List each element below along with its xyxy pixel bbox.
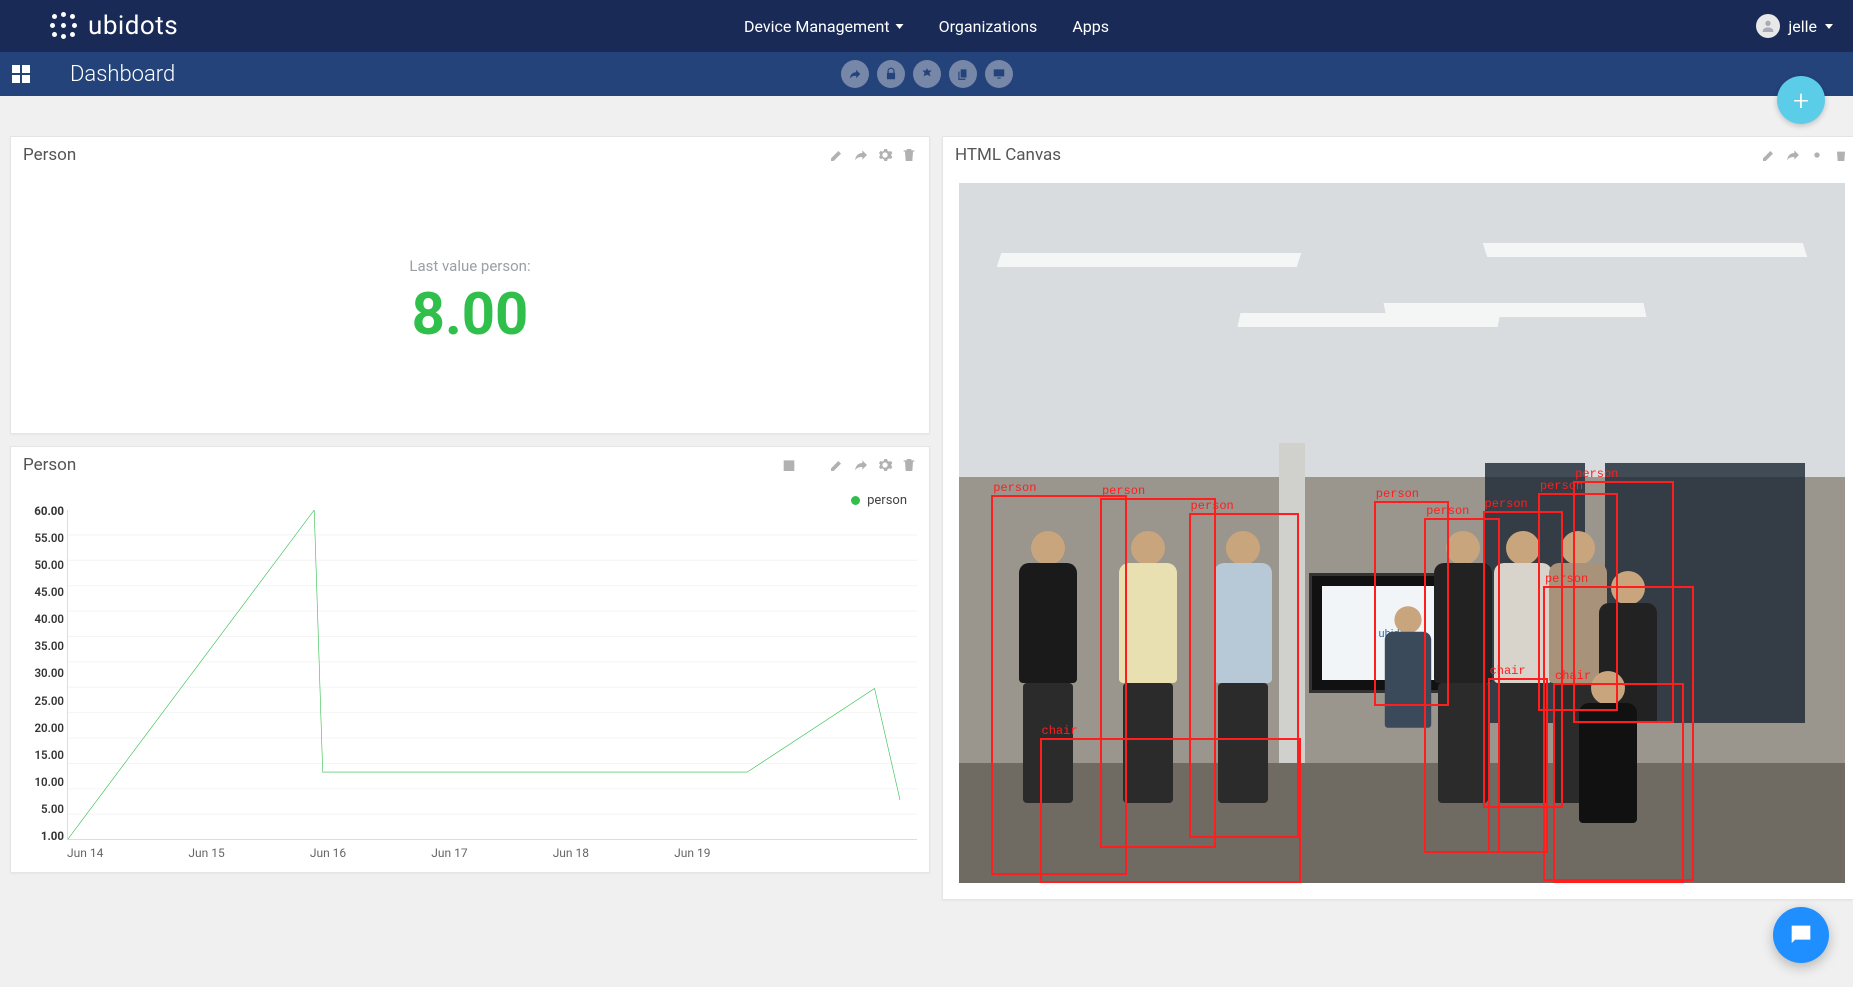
chart-legend: person	[23, 489, 917, 510]
download-icon[interactable]	[805, 457, 821, 473]
user-menu[interactable]: jelle	[1756, 14, 1833, 38]
nav-device-management[interactable]: Device Management	[744, 17, 904, 36]
grid-icon[interactable]	[12, 65, 30, 83]
brand-name: ubidots	[88, 11, 178, 41]
widget-title: Person	[23, 455, 76, 475]
value-label: Last value person:	[409, 257, 530, 275]
legend-dot	[851, 496, 860, 505]
nav-label: Device Management	[744, 17, 890, 36]
copy-button[interactable]	[949, 60, 977, 88]
detection-label: person	[1575, 467, 1618, 481]
top-nav: ubidots Device Management Organizations …	[0, 0, 1853, 52]
trash-icon[interactable]	[901, 457, 917, 473]
value-number: 8.00	[412, 281, 529, 349]
y-axis-ticks: 60.0055.0050.0045.0040.0035.0030.0025.00…	[20, 504, 64, 843]
edit-icon[interactable]	[1761, 147, 1777, 163]
plus-icon: +	[1793, 84, 1809, 117]
lock-button[interactable]	[877, 60, 905, 88]
widget-line-chart: Person person 60.0055.0050.0045.0040.003…	[10, 446, 930, 873]
detection-label: chair	[1042, 724, 1078, 738]
user-name: jelle	[1788, 17, 1817, 36]
detection-label: chair	[1490, 664, 1526, 678]
legend-label: person	[867, 493, 907, 508]
nav-menu: Device Management Organizations Apps	[744, 17, 1109, 36]
widget-title: Person	[23, 145, 76, 165]
detection-label: person	[993, 481, 1036, 495]
avatar	[1756, 14, 1780, 38]
brand-logo[interactable]: ubidots	[50, 11, 178, 41]
edit-icon[interactable]	[829, 147, 845, 163]
share-button[interactable]	[841, 60, 869, 88]
share-icon[interactable]	[853, 457, 869, 473]
gear-icon[interactable]	[877, 457, 893, 473]
detection-box: chair	[1553, 683, 1684, 883]
detection-label: chair	[1555, 669, 1591, 683]
edit-icon[interactable]	[829, 457, 845, 473]
trash-icon[interactable]	[1833, 147, 1849, 163]
nav-label: Organizations	[939, 17, 1038, 36]
add-widget-button[interactable]: +	[1777, 76, 1825, 124]
detection-label: person	[1545, 572, 1588, 586]
detection-label: person	[1191, 499, 1234, 513]
share-icon[interactable]	[853, 147, 869, 163]
share-icon[interactable]	[1785, 147, 1801, 163]
logo-icon	[50, 12, 78, 40]
detection-label: person	[1485, 497, 1528, 511]
display-button[interactable]	[985, 60, 1013, 88]
nav-label: Apps	[1072, 17, 1109, 36]
widget-last-value: Person Last value person: 8.00	[10, 136, 930, 434]
detection-box: chair	[1488, 678, 1548, 853]
detection-box: chair	[1040, 738, 1302, 883]
x-axis-ticks: Jun 14Jun 15Jun 16Jun 17Jun 18Jun 19	[67, 840, 917, 860]
download-icon[interactable]	[1737, 147, 1753, 163]
gear-icon[interactable]	[877, 147, 893, 163]
dashboard-content: Person Last value person: 8.00 Person	[0, 96, 1853, 910]
calendar-icon[interactable]	[781, 457, 797, 473]
chevron-down-icon	[1825, 24, 1833, 29]
line-series	[68, 510, 917, 839]
widget-html-canvas: HTML Canvas ubidot	[942, 136, 1853, 900]
gear-icon[interactable]	[1809, 147, 1825, 163]
chat-support-button[interactable]	[1773, 907, 1829, 963]
detection-canvas: ubidot personpersonpersonpersonpersonper…	[959, 183, 1845, 883]
chat-icon	[1787, 921, 1815, 949]
trash-icon[interactable]	[901, 147, 917, 163]
org-button[interactable]	[913, 60, 941, 88]
dashboard-header: Dashboard	[0, 52, 1853, 96]
widget-title: HTML Canvas	[955, 145, 1061, 165]
detection-label: person	[1376, 487, 1419, 501]
chevron-down-icon	[896, 24, 904, 29]
detection-label: person	[1426, 504, 1469, 518]
nav-organizations[interactable]: Organizations	[939, 17, 1038, 36]
chart-plot-area[interactable]: 60.0055.0050.0045.0040.0035.0030.0025.00…	[67, 510, 917, 840]
nav-apps[interactable]: Apps	[1072, 17, 1109, 36]
detection-label: person	[1102, 484, 1145, 498]
page-title: Dashboard	[70, 62, 175, 87]
